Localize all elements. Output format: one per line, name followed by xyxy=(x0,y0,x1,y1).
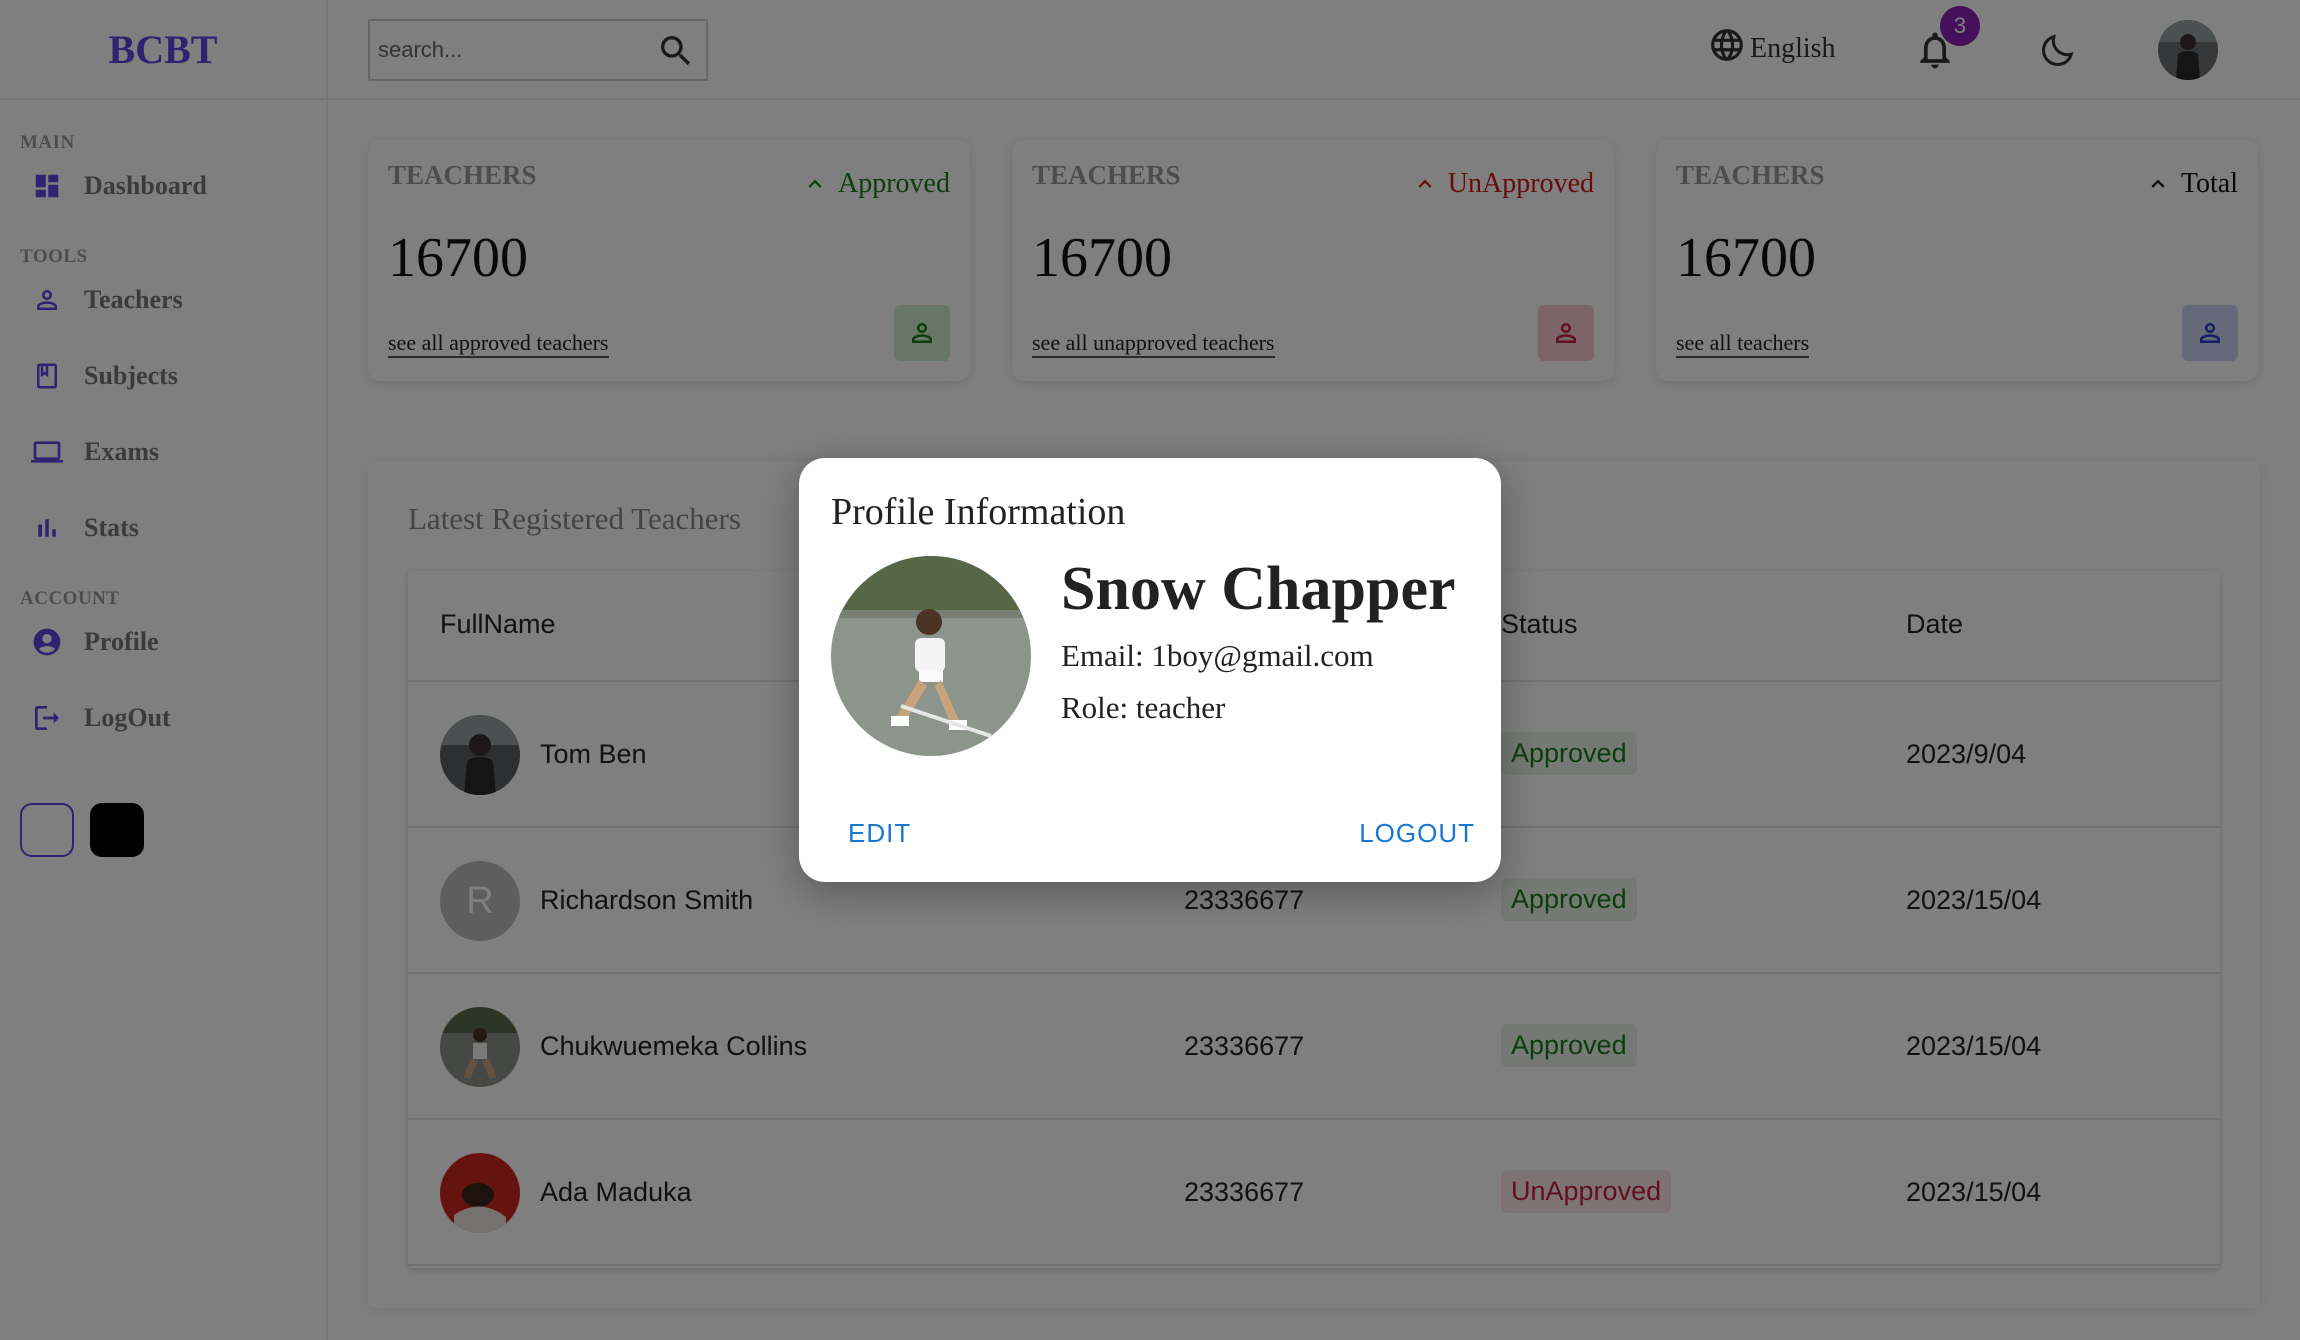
logout-button[interactable]: LOGOUT xyxy=(1359,818,1475,849)
profile-name: Snow Chapper xyxy=(1061,555,1456,623)
profile-email: Email: 1boy@gmail.com xyxy=(1061,638,1374,673)
dialog-title: Profile Information xyxy=(831,491,1126,533)
profile-photo xyxy=(831,556,1031,756)
profile-role: Role: teacher xyxy=(1061,690,1226,725)
profile-dialog: Profile Information Snow Chapper Email: … xyxy=(799,458,1501,882)
edit-button[interactable]: EDIT xyxy=(848,818,911,849)
